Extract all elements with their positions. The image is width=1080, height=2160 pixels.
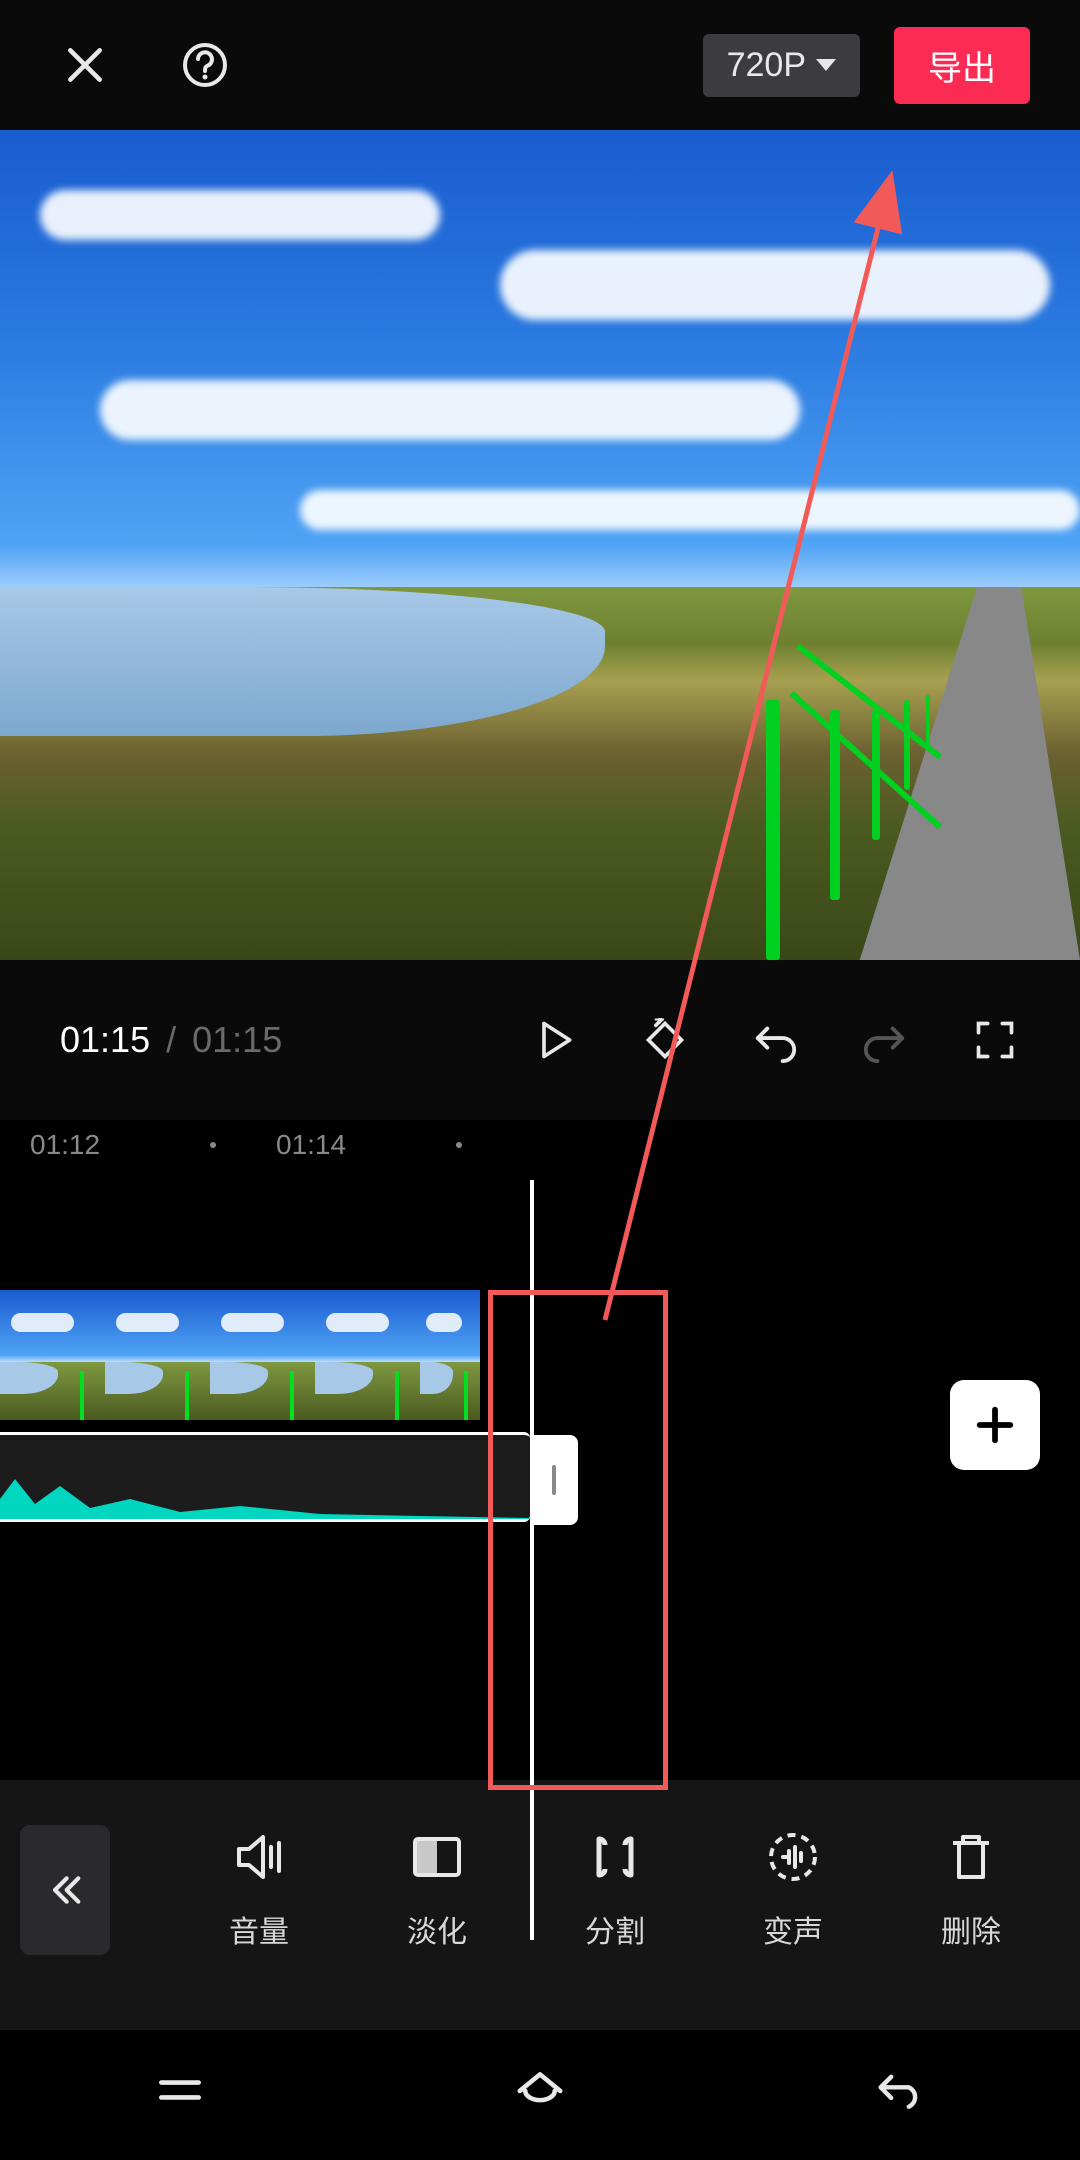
total-duration: 01:15 — [192, 1019, 282, 1060]
nav-back-button[interactable] — [865, 2065, 935, 2115]
clip-thumbnail[interactable] — [420, 1290, 480, 1420]
system-navbar — [0, 2030, 1080, 2160]
plus-icon — [972, 1402, 1018, 1448]
fullscreen-icon — [973, 1018, 1017, 1062]
back-icon — [870, 2068, 930, 2112]
toolbar-back-button[interactable] — [20, 1825, 110, 1955]
ruler-mark: 01:14 — [276, 1129, 396, 1161]
edit-toolbar: 音量 淡化 分割 变声 删除 — [0, 1780, 1080, 2030]
audio-waveform — [0, 1474, 530, 1519]
tool-label: 变声 — [763, 1907, 823, 1951]
playhead[interactable] — [530, 1180, 534, 1940]
add-clip-button[interactable] — [950, 1380, 1040, 1470]
time-separator: / — [166, 1019, 176, 1060]
menu-icon — [152, 2070, 208, 2110]
split-icon — [587, 1829, 643, 1885]
export-button[interactable]: 导出 — [894, 27, 1030, 104]
ruler-dot — [456, 1142, 462, 1148]
export-label: 导出 — [928, 50, 996, 88]
clip-thumbnail[interactable] — [0, 1290, 105, 1420]
keyframe-icon: + — [643, 1018, 687, 1062]
nav-menu-button[interactable] — [145, 2065, 215, 2115]
ruler-dot — [210, 1142, 216, 1148]
tool-label: 删除 — [941, 1907, 1001, 1951]
clip-thumbnail[interactable] — [105, 1290, 210, 1420]
fade-icon — [409, 1829, 465, 1885]
tool-volume[interactable]: 音量 — [170, 1829, 348, 1951]
clip-thumbnail[interactable] — [315, 1290, 420, 1420]
keyframe-button[interactable]: + — [640, 1015, 690, 1065]
undo-button[interactable] — [750, 1015, 800, 1065]
editor-header: 720P 导出 — [0, 0, 1080, 130]
tool-label: 音量 — [229, 1907, 289, 1951]
current-time: 01:15 — [60, 1019, 150, 1060]
help-button[interactable] — [180, 40, 230, 90]
timeline-ruler: 01:12 01:14 — [0, 1120, 1080, 1170]
voice-change-icon — [765, 1829, 821, 1885]
volume-icon — [231, 1829, 287, 1885]
delete-icon — [943, 1829, 999, 1885]
resolution-selector[interactable]: 720P — [703, 34, 860, 97]
tool-label: 分割 — [585, 1907, 645, 1951]
tool-fade[interactable]: 淡化 — [348, 1829, 526, 1951]
undo-icon — [752, 1017, 798, 1063]
audio-clip-track[interactable] — [0, 1432, 530, 1522]
ruler-mark: 01:12 — [30, 1129, 150, 1161]
tool-voice-change[interactable]: 变声 — [704, 1829, 882, 1951]
svg-text:+: + — [654, 1018, 665, 1029]
resolution-label: 720P — [727, 46, 806, 85]
play-icon — [533, 1018, 577, 1062]
nav-home-button[interactable] — [505, 2065, 575, 2115]
audio-clip-handle[interactable] — [530, 1435, 578, 1525]
video-clip-track[interactable] — [0, 1290, 1080, 1420]
help-icon — [181, 41, 229, 89]
close-button[interactable] — [60, 40, 110, 90]
tool-label: 淡化 — [407, 1907, 467, 1951]
chevron-left-double-icon — [45, 1870, 85, 1910]
playback-controls: 01:15 / 01:15 + — [0, 960, 1080, 1120]
fullscreen-button[interactable] — [970, 1015, 1020, 1065]
close-icon — [63, 43, 107, 87]
tool-delete[interactable]: 删除 — [882, 1829, 1060, 1951]
tool-split[interactable]: 分割 — [526, 1829, 704, 1951]
chevron-down-icon — [816, 59, 836, 71]
home-icon — [510, 2067, 570, 2113]
video-preview[interactable] — [0, 130, 1080, 960]
timeline-area[interactable]: 01:12 01:14 — [0, 1120, 1080, 1780]
redo-button[interactable] — [860, 1015, 910, 1065]
time-display: 01:15 / 01:15 — [60, 1019, 282, 1061]
clip-thumbnail[interactable] — [210, 1290, 315, 1420]
play-button[interactable] — [530, 1015, 580, 1065]
redo-icon — [862, 1017, 908, 1063]
